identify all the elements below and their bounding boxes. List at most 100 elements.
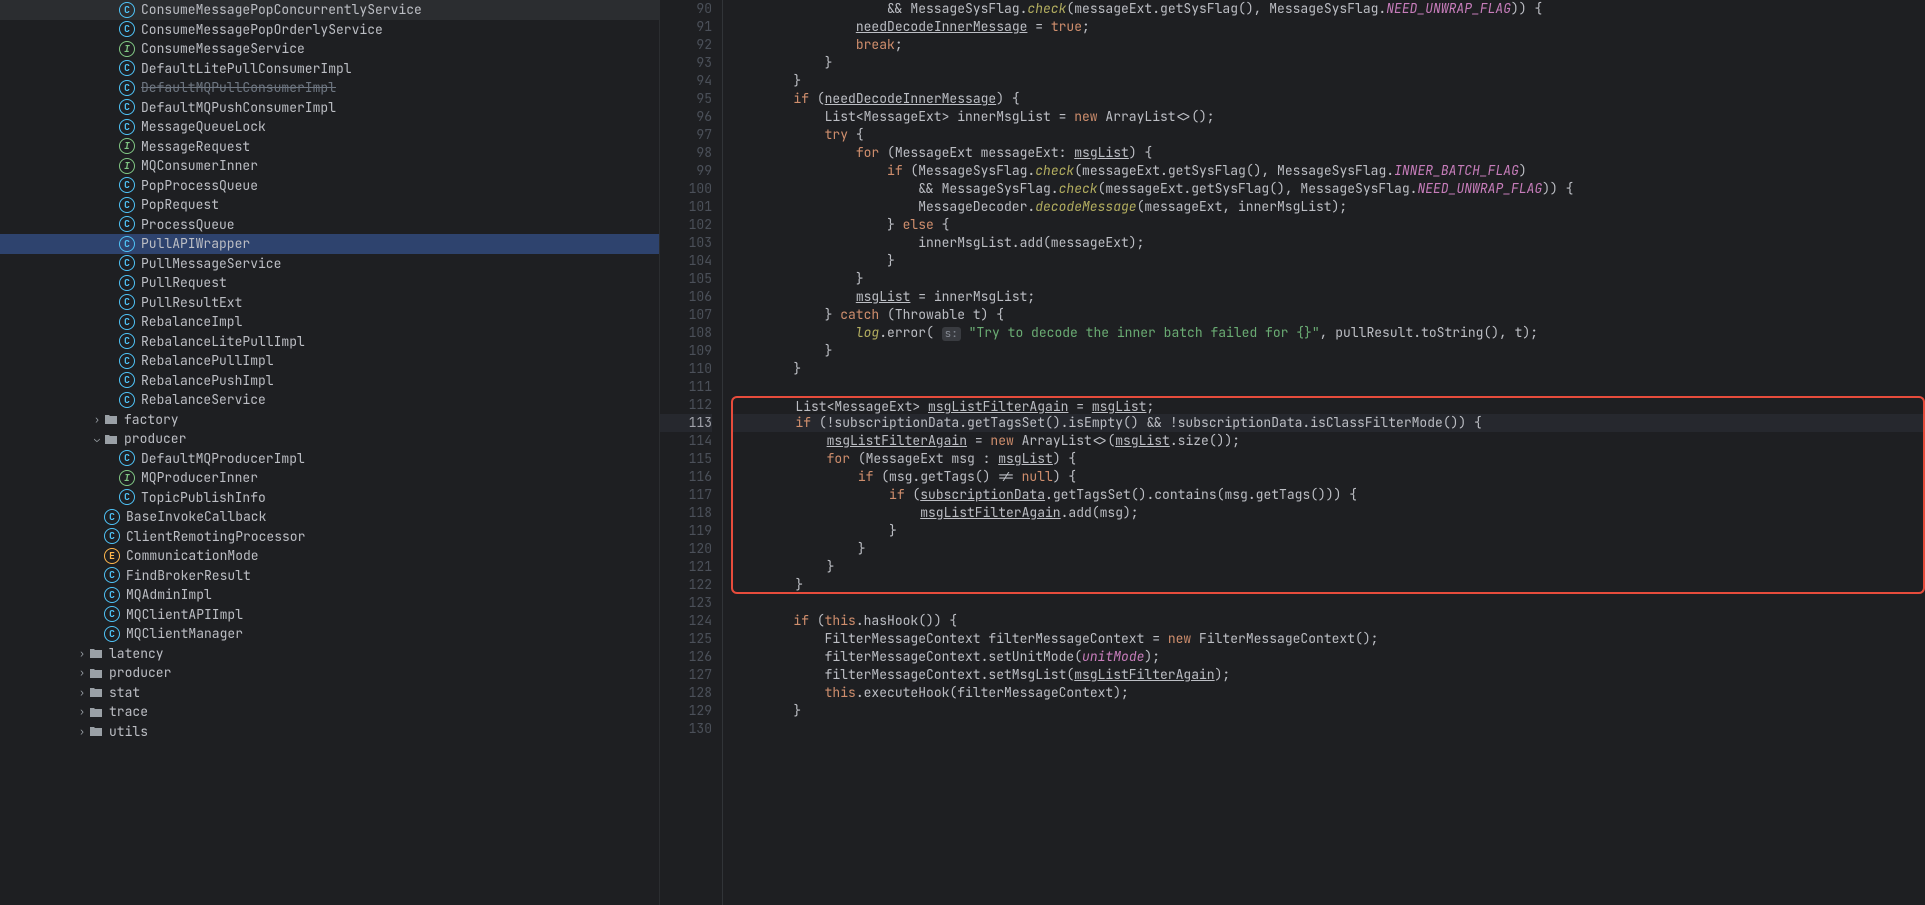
code-line[interactable]: List<MessageExt> msgListFilterAgain = ms…	[731, 396, 1925, 414]
tree-item[interactable]: IMessageRequest	[0, 137, 659, 157]
code-line[interactable]: }	[731, 558, 1925, 576]
tree-item[interactable]: CDefaultMQPullConsumerImpl	[0, 78, 659, 98]
code-line[interactable]: }	[731, 522, 1925, 540]
tree-item[interactable]: CRebalanceImpl	[0, 312, 659, 332]
code-line[interactable]: }	[731, 360, 1925, 378]
code-line[interactable]: log.error( s: "Try to decode the inner b…	[731, 324, 1925, 342]
line-number[interactable]: 115	[660, 450, 712, 468]
tree-item[interactable]: ›utils	[0, 722, 659, 742]
code-line[interactable]: }	[731, 342, 1925, 360]
line-number[interactable]: 98	[660, 144, 712, 162]
code-line[interactable]: try {	[731, 126, 1925, 144]
code-line[interactable]: }	[731, 540, 1925, 558]
line-number[interactable]: 110	[660, 360, 712, 378]
code-line[interactable]: }	[731, 702, 1925, 720]
tree-item[interactable]: ›trace	[0, 702, 659, 722]
tree-item[interactable]: CPullResultExt	[0, 293, 659, 313]
code-line[interactable]: if (subscriptionData.getTagsSet().contai…	[731, 486, 1925, 504]
line-number[interactable]: 130	[660, 720, 712, 738]
tree-item[interactable]: CTopicPublishInfo	[0, 488, 659, 508]
code-line[interactable]: msgListFilterAgain.add(msg);	[731, 504, 1925, 522]
tree-item[interactable]: CConsumeMessagePopConcurrentlyService	[0, 0, 659, 20]
tree-item[interactable]: CRebalancePushImpl	[0, 371, 659, 391]
chevron-icon[interactable]: ›	[90, 413, 104, 426]
tree-item[interactable]: CDefaultMQProducerImpl	[0, 449, 659, 469]
code-line[interactable]	[731, 378, 1925, 396]
tree-item[interactable]: CConsumeMessagePopOrderlyService	[0, 20, 659, 40]
tree-item[interactable]: CPullRequest	[0, 273, 659, 293]
code-line[interactable]: MessageDecoder.decodeMessage(messageExt,…	[731, 198, 1925, 216]
code-line[interactable]: if (this.hasHook()) {	[731, 612, 1925, 630]
tree-item[interactable]: CClientRemotingProcessor	[0, 527, 659, 547]
code-line[interactable]: needDecodeInnerMessage = true;	[731, 18, 1925, 36]
line-number[interactable]: 91	[660, 18, 712, 36]
line-number[interactable]: 109	[660, 342, 712, 360]
line-number[interactable]: 106	[660, 288, 712, 306]
tree-item[interactable]: IMQProducerInner	[0, 468, 659, 488]
line-number[interactable]: 123	[660, 594, 712, 612]
code-line[interactable]: }	[731, 270, 1925, 288]
code-line[interactable]: for (MessageExt messageExt: msgList) {	[731, 144, 1925, 162]
line-number[interactable]: 103	[660, 234, 712, 252]
tree-item[interactable]: CFindBrokerResult	[0, 566, 659, 586]
project-tree[interactable]: CConsumeMessagePopConcurrentlyServiceCCo…	[0, 0, 660, 905]
tree-item[interactable]: CPopProcessQueue	[0, 176, 659, 196]
code-line[interactable]: filterMessageContext.setUnitMode(unitMod…	[731, 648, 1925, 666]
code-line[interactable]: this.executeHook(filterMessageContext);	[731, 684, 1925, 702]
tree-item[interactable]: ›producer	[0, 663, 659, 683]
line-number[interactable]: 104	[660, 252, 712, 270]
line-number[interactable]: 124	[660, 612, 712, 630]
code-editor[interactable]: 9091929394959697989910010110210310410510…	[660, 0, 1925, 905]
tree-item[interactable]: CPopRequest	[0, 195, 659, 215]
code-line[interactable]: }	[731, 54, 1925, 72]
code-line[interactable]: }	[731, 576, 1925, 594]
line-number[interactable]: 102	[660, 216, 712, 234]
line-number[interactable]: 121	[660, 558, 712, 576]
code-line[interactable]: if (!subscriptionData.getTagsSet().isEmp…	[731, 414, 1925, 432]
code-line[interactable]: if (needDecodeInnerMessage) {	[731, 90, 1925, 108]
line-number[interactable]: 111	[660, 378, 712, 396]
line-number[interactable]: 101	[660, 198, 712, 216]
code-line[interactable]: FilterMessageContext filterMessageContex…	[731, 630, 1925, 648]
line-number[interactable]: 128	[660, 684, 712, 702]
code-line[interactable]: List<MessageExt> innerMsgList = new Arra…	[731, 108, 1925, 126]
line-number[interactable]: 120	[660, 540, 712, 558]
line-number[interactable]: 125	[660, 630, 712, 648]
code-line[interactable]: }	[731, 252, 1925, 270]
tree-item[interactable]: ECommunicationMode	[0, 546, 659, 566]
code-line[interactable]	[731, 720, 1925, 738]
code-line[interactable]: for (MessageExt msg : msgList) {	[731, 450, 1925, 468]
tree-item[interactable]: CMQClientManager	[0, 624, 659, 644]
code-line[interactable]	[731, 594, 1925, 612]
tree-item[interactable]: ⌄producer	[0, 429, 659, 449]
line-number[interactable]: 126	[660, 648, 712, 666]
code-line[interactable]: filterMessageContext.setMsgList(msgListF…	[731, 666, 1925, 684]
line-number[interactable]: 107	[660, 306, 712, 324]
line-number[interactable]: 94	[660, 72, 712, 90]
code-line[interactable]: msgList = innerMsgList;	[731, 288, 1925, 306]
code-line[interactable]: } catch (Throwable t) {	[731, 306, 1925, 324]
line-number[interactable]: 93	[660, 54, 712, 72]
line-number[interactable]: 105	[660, 270, 712, 288]
tree-item[interactable]: CPullAPIWrapper	[0, 234, 659, 254]
tree-item[interactable]: ›factory	[0, 410, 659, 430]
code-line[interactable]: && MessageSysFlag.check(messageExt.getSy…	[731, 0, 1925, 18]
tree-item[interactable]: CDefaultLitePullConsumerImpl	[0, 59, 659, 79]
tree-item[interactable]: ›latency	[0, 644, 659, 664]
code-line[interactable]: break;	[731, 36, 1925, 54]
tree-item[interactable]: CMessageQueueLock	[0, 117, 659, 137]
line-number[interactable]: 119	[660, 522, 712, 540]
chevron-icon[interactable]: ›	[75, 647, 89, 660]
code-line[interactable]: && MessageSysFlag.check(messageExt.getSy…	[731, 180, 1925, 198]
line-number[interactable]: 97	[660, 126, 712, 144]
line-number[interactable]: 92	[660, 36, 712, 54]
tree-item[interactable]: CProcessQueue	[0, 215, 659, 235]
line-number[interactable]: 96	[660, 108, 712, 126]
line-number[interactable]: 118	[660, 504, 712, 522]
line-number[interactable]: 114	[660, 432, 712, 450]
tree-item[interactable]: CRebalancePullImpl	[0, 351, 659, 371]
chevron-icon[interactable]: ›	[75, 666, 89, 679]
line-number[interactable]: 99	[660, 162, 712, 180]
line-number[interactable]: 100	[660, 180, 712, 198]
line-number[interactable]: 112	[660, 396, 712, 414]
